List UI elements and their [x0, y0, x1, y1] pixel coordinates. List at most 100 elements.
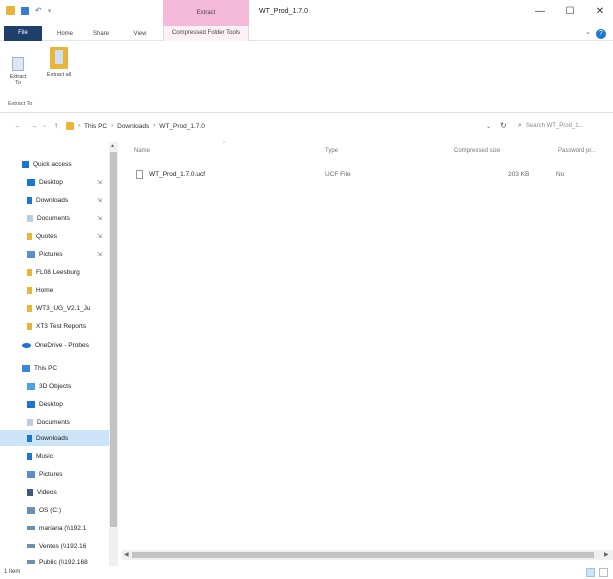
- minimize-button[interactable]: —: [533, 6, 547, 18]
- extract-to-button[interactable]: Extract To: [8, 47, 28, 86]
- nav-scrollbar-thumb[interactable]: [110, 152, 117, 527]
- tab-file[interactable]: File: [4, 26, 42, 41]
- nav-item-label: 3D Objects: [39, 382, 72, 390]
- item-count: 1 item: [4, 569, 21, 575]
- nav-item-downloads[interactable]: Downloads ⇲: [0, 192, 118, 208]
- file-name: WT_Prod_1.7.0.ucf: [149, 171, 205, 178]
- scroll-right-icon[interactable]: ▶: [604, 551, 609, 558]
- nav-item-documents[interactable]: Documents ⇲: [0, 210, 118, 226]
- back-button[interactable]: ←: [14, 121, 22, 130]
- network-drive-icon: [27, 544, 35, 548]
- nav-item-label: Pictures: [39, 250, 63, 258]
- column-header-compressed-size[interactable]: Compressed size: [454, 148, 500, 154]
- folder-icon: [27, 322, 32, 330]
- sort-indicator-icon: ⌃: [222, 141, 227, 147]
- details-view-icon[interactable]: [586, 568, 595, 577]
- folder-icon: [27, 232, 32, 240]
- nav-item-quotes[interactable]: Quotes ⇲: [0, 228, 118, 244]
- address-bar[interactable]: › This PC › Downloads › WT_Prod_1.7.0: [66, 119, 468, 133]
- nav-item-os-c[interactable]: OS (C:): [0, 502, 118, 518]
- recent-locations-icon[interactable]: ⌄: [42, 122, 47, 129]
- this-pc-icon: [22, 364, 30, 372]
- nav-item-label: Documents: [37, 418, 70, 426]
- pin-icon: ⇲: [97, 179, 103, 186]
- nav-item-music[interactable]: Music: [0, 448, 118, 464]
- nav-item-this-pc[interactable]: This PC: [0, 360, 118, 376]
- forward-button[interactable]: →: [30, 121, 38, 130]
- nav-item-label: Videos: [37, 488, 57, 496]
- maximize-button[interactable]: ☐: [563, 6, 577, 18]
- breadcrumb-downloads[interactable]: Downloads: [117, 123, 149, 130]
- search-placeholder: Search WT_Prod_1...: [525, 123, 584, 129]
- large-icons-view-icon[interactable]: [599, 568, 608, 577]
- tab-home[interactable]: Home: [52, 28, 78, 40]
- table-row[interactable]: WT_Prod_1.7.0.ucf UCF File 203 KB No: [122, 168, 611, 182]
- network-drive-icon: [27, 526, 35, 530]
- nav-item-home[interactable]: Home: [0, 282, 118, 298]
- nav-item-label: Quick access: [33, 160, 72, 168]
- nav-item-xt3-test-reports[interactable]: XT3 Test Reports: [0, 318, 118, 334]
- tab-compressed-folder-tools[interactable]: Compressed Folder Tools: [163, 26, 249, 41]
- nav-item-desktop[interactable]: Desktop ⇲: [0, 174, 118, 190]
- scroll-left-icon[interactable]: ◀: [124, 551, 129, 558]
- context-tab-label: Extract: [196, 10, 216, 16]
- documents-icon: [27, 418, 33, 426]
- qat-dropdown-icon[interactable]: ▾: [48, 7, 52, 15]
- nav-item-onedrive[interactable]: OneDrive - Probes: [0, 337, 118, 353]
- downloads-icon: [27, 196, 32, 204]
- refresh-icon[interactable]: ↻: [500, 121, 507, 130]
- nav-item-network-ventes[interactable]: Ventes (\\192.16: [0, 538, 118, 554]
- nav-item-label: Downloads: [36, 434, 69, 442]
- nav-item-label: OneDrive - Probes: [35, 341, 89, 349]
- nav-item-3d-objects[interactable]: 3D Objects: [0, 378, 118, 394]
- nav-item-videos[interactable]: Videos: [0, 484, 118, 500]
- breadcrumb-this-pc[interactable]: This PC: [84, 123, 107, 130]
- nav-item-label: Public (\\192.168: [39, 558, 88, 566]
- properties-icon[interactable]: [21, 6, 29, 15]
- pin-icon: ⇲: [97, 197, 103, 204]
- nav-item-desktop-pc[interactable]: Desktop: [0, 396, 118, 412]
- nav-item-quick-access[interactable]: Quick access: [0, 156, 118, 172]
- pin-icon: ⇲: [97, 233, 103, 240]
- nav-item-label: Desktop: [39, 400, 63, 408]
- desktop-icon: [27, 178, 35, 186]
- horizontal-scrollbar-thumb[interactable]: [132, 552, 594, 558]
- nav-item-network-public[interactable]: Public (\\192.168: [0, 554, 118, 566]
- ribbon-expand-icon[interactable]: ⌄: [585, 28, 591, 36]
- star-icon: [22, 160, 29, 168]
- videos-icon: [27, 488, 33, 496]
- up-button[interactable]: ↑: [54, 121, 58, 130]
- nav-item-downloads-pc[interactable]: Downloads: [0, 430, 118, 446]
- 3d-objects-icon: [27, 382, 35, 390]
- nav-item-wt3-ug[interactable]: WT3_UG_V2.1_Ju: [0, 300, 118, 316]
- nav-item-label: mariana (\\192.1: [39, 524, 87, 532]
- scroll-up-icon[interactable]: ▲: [110, 143, 115, 149]
- nav-item-label: Desktop: [39, 178, 63, 186]
- nav-item-network-mariana[interactable]: mariana (\\192.1: [0, 520, 118, 536]
- tab-share[interactable]: Share: [88, 28, 114, 40]
- column-header-password[interactable]: Password pr...: [558, 148, 596, 154]
- nav-item-label: Home: [36, 286, 54, 294]
- network-drive-icon: [27, 560, 35, 564]
- tab-view[interactable]: View: [128, 28, 152, 40]
- help-icon[interactable]: ?: [596, 29, 606, 39]
- column-header-type[interactable]: Type: [325, 148, 338, 154]
- nav-item-pictures-pc[interactable]: Pictures: [0, 466, 118, 482]
- extract-all-button[interactable]: Extract all: [46, 47, 72, 78]
- close-button[interactable]: ✕: [593, 6, 607, 18]
- nav-item-documents-pc[interactable]: Documents: [0, 414, 118, 430]
- column-header-name[interactable]: Name: [134, 148, 150, 154]
- undo-icon[interactable]: ↶: [35, 6, 42, 15]
- nav-item-label: WT3_UG_V2.1_Ju: [36, 304, 91, 312]
- extract-all-label: Extract all: [46, 72, 72, 78]
- search-input[interactable]: ⌕ Search WT_Prod_1...: [513, 119, 609, 133]
- file-password-protected: No: [556, 171, 565, 178]
- address-dropdown-icon[interactable]: ⌄: [486, 123, 491, 130]
- nav-item-pictures[interactable]: Pictures ⇲: [0, 246, 118, 262]
- nav-item-label: OS (C:): [39, 506, 62, 514]
- breadcrumb-current-folder[interactable]: WT_Prod_1.7.0: [159, 123, 205, 130]
- onedrive-icon: [22, 342, 31, 348]
- title-bar: ↶ ▾ Extract WT_Prod_1.7.0 — ☐ ✕: [0, 0, 613, 26]
- nav-item-fl08-leesburg[interactable]: FL08 Leesburg: [0, 264, 118, 280]
- documents-icon: [27, 214, 33, 222]
